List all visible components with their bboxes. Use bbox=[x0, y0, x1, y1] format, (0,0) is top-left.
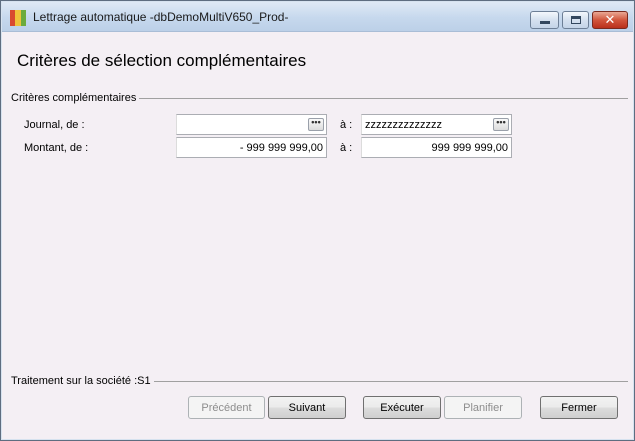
close-icon: ✕ bbox=[604, 12, 616, 28]
criteria-group-label: Critères complémentaires bbox=[11, 92, 140, 104]
previous-button[interactable]: Précédent bbox=[188, 396, 265, 419]
journal-to-label: à : bbox=[340, 119, 353, 131]
next-button[interactable]: Suivant bbox=[268, 396, 346, 419]
maximize-icon bbox=[570, 16, 581, 24]
app-icon-green-segment bbox=[20, 10, 26, 26]
journal-to-value: zzzzzzzzzzzzzz bbox=[365, 119, 442, 131]
minimize-button[interactable] bbox=[530, 11, 559, 29]
maximize-button[interactable] bbox=[562, 11, 589, 29]
minimize-icon bbox=[539, 21, 550, 24]
title-bar[interactable]: Lettrage automatique -dbDemoMultiV650_Pr… bbox=[2, 2, 633, 32]
montant-label: Montant, de : bbox=[24, 142, 89, 154]
montant-to-label: à : bbox=[340, 142, 353, 154]
app-window: Lettrage automatique -dbDemoMultiV650_Pr… bbox=[0, 0, 635, 441]
window-title: Lettrage automatique -dbDemoMultiV650_Pr… bbox=[33, 10, 289, 24]
app-icon bbox=[10, 10, 26, 26]
montant-from-value: - 999 999 999,00 bbox=[239, 142, 323, 154]
page-title: Critères de sélection complémentaires bbox=[17, 51, 307, 70]
journal-from-lookup-button[interactable]: ••• bbox=[308, 118, 324, 131]
journal-from-field[interactable]: ••• bbox=[176, 114, 327, 135]
montant-to-field[interactable]: 999 999 999,00 bbox=[361, 137, 512, 158]
schedule-button[interactable]: Planifier bbox=[444, 396, 522, 419]
company-status-text: Traitement sur la société :S1 bbox=[11, 375, 154, 387]
journal-to-field[interactable]: zzzzzzzzzzzzzz ••• bbox=[361, 114, 512, 135]
execute-button[interactable]: Exécuter bbox=[363, 396, 441, 419]
montant-to-value: 999 999 999,00 bbox=[431, 142, 508, 154]
close-button[interactable]: Fermer bbox=[540, 396, 618, 419]
close-window-button[interactable]: ✕ bbox=[592, 11, 628, 29]
journal-label: Journal, de : bbox=[24, 119, 85, 131]
group-divider bbox=[136, 98, 628, 99]
status-divider bbox=[151, 381, 628, 382]
journal-to-lookup-button[interactable]: ••• bbox=[493, 118, 509, 131]
montant-from-field[interactable]: - 999 999 999,00 bbox=[176, 137, 327, 158]
